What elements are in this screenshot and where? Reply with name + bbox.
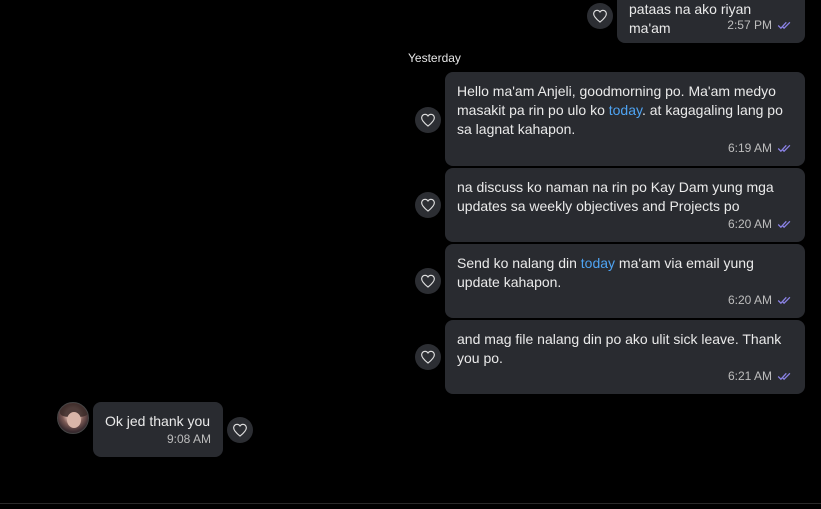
message-bubble-outgoing[interactable]: Send ko nalang din today ma'am via email…: [445, 244, 805, 318]
react-button[interactable]: [587, 3, 613, 29]
avatar[interactable]: [57, 402, 89, 434]
double-check-icon: [777, 372, 792, 381]
composer-divider: [0, 503, 821, 504]
message-text: Ok jed thank you: [105, 413, 211, 429]
message-meta: 6:20 AM: [728, 215, 792, 234]
chat-thread: pataas na ako riyan ma'am 2:57 PM Yester…: [0, 0, 821, 509]
react-button[interactable]: [415, 107, 441, 133]
message-bubble-outgoing[interactable]: Hello ma'am Anjeli, goodmorning po. Ma'a…: [445, 72, 805, 166]
react-button[interactable]: [227, 417, 253, 443]
message-text: Hello ma'am Anjeli, goodmorning po. Ma'a…: [457, 83, 783, 137]
message-meta: 6:20 AM: [728, 291, 792, 310]
heart-icon: [420, 350, 436, 364]
message-meta: 9:08 AM: [167, 430, 211, 449]
message-time: 6:21 AM: [727, 369, 772, 383]
heart-icon: [232, 423, 248, 437]
message-text: and mag file nalang din po ako ulit sick…: [457, 331, 782, 366]
message-bubble-outgoing[interactable]: pataas na ako riyan ma'am 2:57 PM: [617, 0, 805, 43]
message-bubble-outgoing[interactable]: na discuss ko naman na rin po Kay Dam yu…: [445, 168, 805, 242]
message-meta: 2:57 PM: [727, 16, 792, 35]
double-check-icon: [777, 21, 792, 30]
double-check-icon: [777, 220, 792, 229]
message-text: na discuss ko naman na rin po Kay Dam yu…: [457, 179, 774, 214]
heart-icon: [420, 274, 436, 288]
react-button[interactable]: [415, 344, 441, 370]
heart-icon: [420, 198, 436, 212]
message-time: 6:20 AM: [727, 293, 772, 307]
message-time: 2:57 PM: [727, 18, 772, 32]
message-bubble-incoming[interactable]: Ok jed thank you 9:08 AM: [93, 402, 223, 457]
date-separator: Yesterday: [408, 51, 461, 65]
avatar-face: [67, 412, 81, 428]
double-check-icon: [777, 144, 792, 153]
message-time: 9:08 AM: [166, 432, 211, 446]
link-today[interactable]: today: [609, 102, 642, 118]
heart-icon: [420, 113, 436, 127]
react-button[interactable]: [415, 192, 441, 218]
message-meta: 6:19 AM: [728, 139, 792, 158]
message-meta: 6:21 AM: [728, 367, 792, 386]
link-today[interactable]: today: [581, 255, 615, 271]
heart-icon: [592, 9, 608, 23]
message-time: 6:19 AM: [727, 141, 772, 155]
message-time: 6:20 AM: [727, 217, 772, 231]
react-button[interactable]: [415, 268, 441, 294]
double-check-icon: [777, 296, 792, 305]
message-text: Send ko nalang din today ma'am via email…: [457, 255, 754, 290]
message-bubble-outgoing[interactable]: and mag file nalang din po ako ulit sick…: [445, 320, 805, 394]
